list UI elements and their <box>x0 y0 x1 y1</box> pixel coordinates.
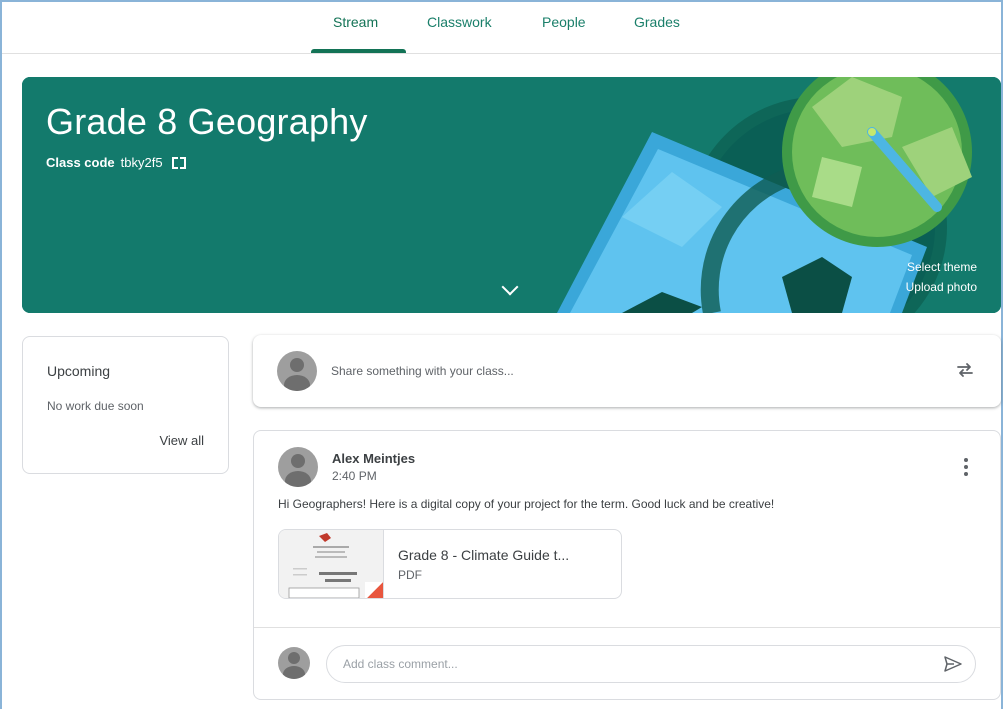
upcoming-card: Upcoming No work due soon View all <box>22 336 229 474</box>
comment-placeholder: Add class comment... <box>343 657 458 671</box>
commenter-avatar <box>278 647 310 679</box>
post-author: Alex Meintjes <box>332 451 416 466</box>
tab-classwork[interactable]: Classwork <box>427 14 492 30</box>
class-code-row: Class code tbky2f5 <box>46 155 186 170</box>
announcement-post: Alex Meintjes 2:40 PM Hi Geographers! He… <box>253 430 1001 700</box>
author-avatar <box>278 447 318 487</box>
upcoming-title: Upcoming <box>47 363 111 379</box>
active-tab-indicator <box>311 49 406 53</box>
upcoming-empty-text: No work due soon <box>47 399 144 413</box>
upload-photo-link[interactable]: Upload photo <box>906 280 977 294</box>
attachment-card[interactable]: Grade 8 - Climate Guide t... PDF <box>278 529 622 599</box>
avatar <box>277 351 317 391</box>
comment-input[interactable]: Add class comment... <box>326 645 976 683</box>
divider <box>254 627 1000 628</box>
select-theme-link[interactable]: Select theme <box>907 260 977 274</box>
view-all-link[interactable]: View all <box>159 433 204 448</box>
tab-stream[interactable]: Stream <box>333 14 378 30</box>
class-code-label: Class code <box>46 155 115 170</box>
repost-icon[interactable] <box>955 360 975 380</box>
class-title: Grade 8 Geography <box>46 101 368 142</box>
send-icon[interactable] <box>943 655 963 673</box>
share-box[interactable]: Share something with your class... <box>253 335 1001 407</box>
top-navigation: Stream Classwork People Grades <box>2 2 1001 54</box>
tab-grades[interactable]: Grades <box>634 14 680 30</box>
class-banner: Grade 8 Geography Class code tbky2f5 Sel… <box>22 77 1001 313</box>
post-text: Hi Geographers! Here is a digital copy o… <box>278 497 775 511</box>
share-input[interactable]: Share something with your class... <box>331 364 514 378</box>
more-options-icon[interactable] <box>964 458 968 476</box>
pdf-thumbnail <box>279 530 384 598</box>
post-time: 2:40 PM <box>332 469 377 483</box>
expand-icon[interactable] <box>171 156 186 169</box>
attachment-type: PDF <box>398 568 422 582</box>
attachment-title: Grade 8 - Climate Guide t... <box>398 547 570 563</box>
class-code-value: tbky2f5 <box>120 155 163 170</box>
tab-people[interactable]: People <box>542 14 586 30</box>
